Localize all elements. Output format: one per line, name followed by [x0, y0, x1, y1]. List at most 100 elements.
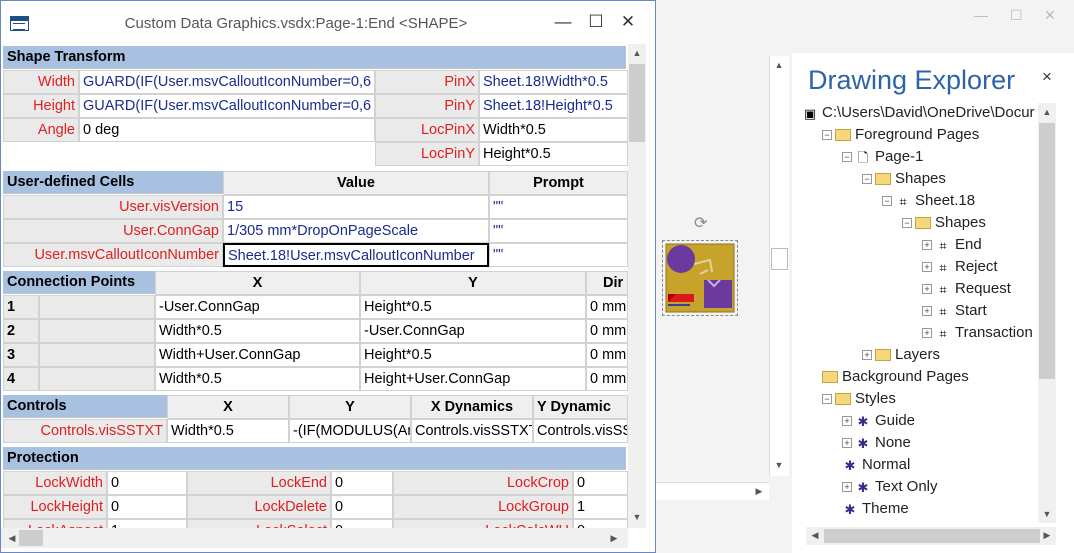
canvas-scroll-thumb[interactable]: [771, 248, 788, 270]
tree-expander-icon[interactable]: +: [922, 262, 932, 273]
user-cell-value[interactable]: 15: [223, 195, 489, 219]
transform-label[interactable]: PinX: [375, 70, 479, 94]
tree-node[interactable]: + ⌗ End: [922, 235, 982, 255]
connection-point-number[interactable]: 4: [3, 367, 39, 391]
user-cell-prompt[interactable]: "": [489, 243, 628, 267]
transform-label[interactable]: [3, 142, 79, 166]
transform-value[interactable]: Width*0.5: [479, 118, 628, 142]
section-shape-transform[interactable]: Shape Transform: [3, 46, 626, 69]
tree-node[interactable]: ✱ Normal: [842, 455, 911, 475]
connection-point-y[interactable]: -User.ConnGap: [360, 319, 586, 343]
tree-expander-icon[interactable]: +: [842, 416, 852, 427]
col-header-dir[interactable]: Dir: [586, 271, 628, 295]
ss-scroll-up-icon[interactable]: ▲: [628, 48, 646, 58]
user-cell-value[interactable]: Sheet.18!User.msvCalloutIconNumber: [223, 243, 489, 267]
controls-ydyn-cell[interactable]: Controls.visSS: [533, 419, 628, 443]
tree-expander-icon[interactable]: +: [842, 482, 852, 493]
canvas-minimize-button[interactable]: —: [974, 8, 988, 22]
protection-label[interactable]: LockCrop: [393, 471, 573, 495]
protection-label[interactable]: LockSelect: [187, 519, 331, 528]
scroll-right-icon[interactable]: ▶: [750, 486, 768, 497]
tree-expander-icon[interactable]: −: [882, 196, 892, 207]
tree-expander-icon[interactable]: +: [862, 350, 872, 361]
user-cell-prompt[interactable]: "": [489, 195, 628, 219]
tree-node[interactable]: Background Pages: [822, 367, 969, 387]
connection-point-name[interactable]: [39, 319, 155, 343]
tree-scroll-thumb[interactable]: [1039, 123, 1055, 379]
tree-node[interactable]: + ✱ Guide: [842, 411, 915, 431]
tree-expander-icon[interactable]: +: [922, 306, 932, 317]
col-header-x[interactable]: X: [155, 271, 360, 295]
canvas-close-button[interactable]: ✕: [1044, 8, 1056, 22]
close-button[interactable]: ✕: [614, 11, 642, 33]
transform-label[interactable]: LocPinX: [375, 118, 479, 142]
transform-value[interactable]: Sheet.18!Height*0.5: [479, 94, 628, 118]
connection-point-number[interactable]: 2: [3, 319, 39, 343]
controls-xdyn-cell[interactable]: Controls.visSSTXT: [411, 419, 533, 443]
controls-x-cell[interactable]: Width*0.5: [167, 419, 289, 443]
transform-label[interactable]: Height: [3, 94, 79, 118]
connection-point-dir[interactable]: 0 mm: [586, 319, 628, 343]
connection-point-x[interactable]: Width+User.ConnGap: [155, 343, 360, 367]
tree-node[interactable]: + ⌗ Reject: [922, 257, 998, 277]
user-cell-name[interactable]: User.ConnGap: [3, 219, 223, 243]
transform-value[interactable]: 0 deg: [79, 118, 375, 142]
transform-label[interactable]: PinY: [375, 94, 479, 118]
transform-value[interactable]: Sheet.18!Width*0.5: [479, 70, 628, 94]
section-connection-points[interactable]: Connection Points: [3, 271, 155, 294]
col-header-prompt[interactable]: Prompt: [489, 171, 628, 195]
connection-point-y[interactable]: Height+User.ConnGap: [360, 367, 586, 391]
connection-point-y[interactable]: Height*0.5: [360, 343, 586, 367]
tree-hscroll-thumb[interactable]: [824, 529, 1040, 543]
tree-node[interactable]: + ✱ None: [842, 433, 911, 453]
ss-hscroll-thumb[interactable]: [19, 530, 43, 546]
user-cell-name[interactable]: User.visVersion: [3, 195, 223, 219]
tree-expander-icon[interactable]: +: [922, 284, 932, 295]
protection-value[interactable]: 0: [107, 495, 187, 519]
drawing-explorer-close-button[interactable]: ×: [1042, 67, 1052, 87]
connection-point-y[interactable]: Height*0.5: [360, 295, 586, 319]
tree-node[interactable]: − Styles: [822, 389, 896, 409]
section-protection[interactable]: Protection: [3, 447, 626, 470]
selected-shape[interactable]: [662, 240, 738, 316]
protection-label[interactable]: LockAspect: [3, 519, 107, 528]
protection-label[interactable]: LockGroup: [393, 495, 573, 519]
ss-scroll-thumb[interactable]: [629, 64, 645, 142]
transform-label[interactable]: Angle: [3, 118, 79, 142]
tree-node[interactable]: ▣ C:\Users\David\OneDrive\Docur: [802, 103, 1035, 123]
user-cell-value[interactable]: 1/305 mm*DropOnPageScale: [223, 219, 489, 243]
connection-point-x[interactable]: -User.ConnGap: [155, 295, 360, 319]
tree-node[interactable]: ✱ Theme: [842, 499, 909, 519]
connection-point-x[interactable]: Width*0.5: [155, 367, 360, 391]
ss-scroll-right-icon[interactable]: ▶: [605, 533, 623, 544]
connection-point-number[interactable]: 1: [3, 295, 39, 319]
section-controls[interactable]: Controls: [3, 395, 167, 418]
connection-point-number[interactable]: 3: [3, 343, 39, 367]
col-header-x-dynamics[interactable]: X Dynamics: [411, 395, 533, 419]
tree-node[interactable]: + ✱ Text Only: [842, 477, 938, 497]
ss-scroll-down-icon[interactable]: ▼: [628, 512, 646, 522]
tree-node[interactable]: + ⌗ Transaction: [922, 323, 1033, 343]
protection-label[interactable]: LockDelete: [187, 495, 331, 519]
protection-value[interactable]: 1: [573, 495, 628, 519]
protection-value[interactable]: 0: [573, 471, 628, 495]
transform-label[interactable]: Width: [3, 70, 79, 94]
col-header-controls-y[interactable]: Y: [289, 395, 411, 419]
protection-value[interactable]: 0: [331, 471, 393, 495]
protection-value[interactable]: 0: [107, 471, 187, 495]
transform-value[interactable]: Height*0.5: [479, 142, 628, 166]
protection-value[interactable]: 0: [331, 495, 393, 519]
col-header-value[interactable]: Value: [223, 171, 489, 195]
tree-expander-icon[interactable]: −: [862, 174, 872, 185]
tree-node[interactable]: − Shapes: [902, 213, 986, 233]
rotate-handle-icon[interactable]: ⟳: [694, 213, 707, 233]
transform-value[interactable]: [79, 142, 375, 166]
transform-label[interactable]: LocPinY: [375, 142, 479, 166]
shapesheet-titlebar[interactable]: Custom Data Graphics.vsdx:Page-1:End <SH…: [1, 1, 655, 44]
canvas-maximize-button[interactable]: ☐: [1010, 8, 1023, 22]
scroll-down-icon[interactable]: ▼: [770, 460, 788, 470]
tree-node[interactable]: + ⌗ Request: [922, 279, 1011, 299]
connection-point-dir[interactable]: 0 mm: [586, 295, 628, 319]
tree-scroll-left-icon[interactable]: ◀: [806, 530, 824, 541]
col-header-controls-x[interactable]: X: [167, 395, 289, 419]
